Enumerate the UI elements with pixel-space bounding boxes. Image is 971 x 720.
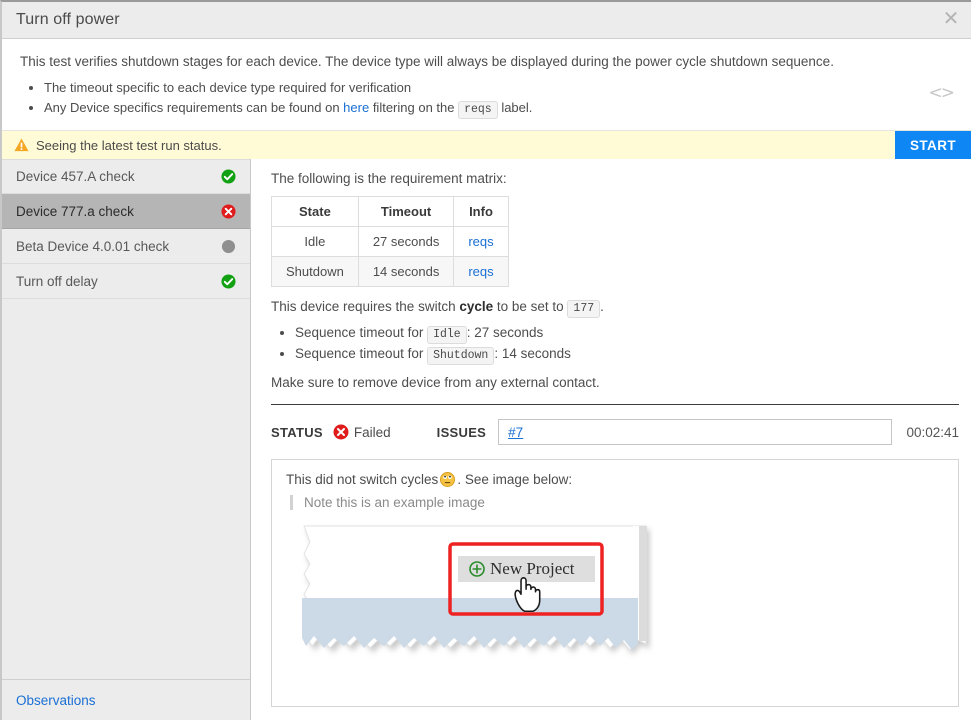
dialog-window: Turn off power ✕ This test verifies shut…: [0, 0, 971, 720]
sidebar-item-turn-off-delay[interactable]: Turn off delay: [2, 264, 250, 300]
failed-circle-icon: [333, 424, 349, 440]
cycle-value-chip: 177: [567, 300, 601, 319]
table-row: Idle 27 seconds reqs: [271, 226, 509, 258]
sidebar-item-label: Device 457.A check: [16, 169, 135, 185]
table-header-row: State Timeout Info: [271, 196, 509, 228]
cycle-post: .: [600, 299, 604, 315]
cell-info[interactable]: reqs: [453, 256, 509, 288]
issues-input[interactable]: #7: [498, 419, 893, 446]
observations-link-row[interactable]: Observations: [2, 679, 250, 720]
sidebar-item-label: Turn off delay: [16, 273, 98, 289]
reqs-link[interactable]: reqs: [468, 264, 493, 279]
issue-link[interactable]: #7: [508, 425, 523, 440]
bullet-text-mid: filtering on the: [369, 99, 459, 115]
status-failed-icon: [221, 204, 236, 219]
bullet-text-pre: Any Device specifics requirements can be…: [44, 99, 344, 115]
requirement-matrix-table: State Timeout Info Idle 27 seconds reqs …: [271, 196, 509, 288]
status-label: STATUS: [271, 424, 323, 440]
matrix-lead-text: The following is the requirement matrix:: [271, 171, 507, 187]
seq-post: : 27 seconds: [466, 325, 544, 341]
cycle-bold: cycle: [459, 299, 494, 315]
sidebar: Device 457.A check Device 777.a check Be…: [2, 159, 251, 720]
comment-card: This did not switch cycles . See image b…: [271, 459, 959, 708]
sidebar-item-device-777a[interactable]: Device 777.a check: [2, 194, 250, 230]
code-brackets-icon[interactable]: <>: [929, 83, 955, 103]
seq-pre: Sequence timeout for: [295, 346, 428, 362]
rolling-eyes-emoji: [440, 472, 456, 488]
seq-pre: Sequence timeout for: [295, 325, 428, 341]
cycle-requirement-text: This device requires the switch cycle to…: [271, 299, 959, 319]
elapsed-timer: 00:02:41: [906, 424, 959, 440]
here-link[interactable]: here: [343, 100, 369, 115]
list-item: Sequence timeout for Shutdown: 14 second…: [295, 344, 959, 366]
notice-row: Seeing the latest test run status. START: [2, 131, 971, 160]
status-passed-icon: [221, 169, 236, 184]
comment-post: . See image below:: [457, 472, 573, 488]
sequence-timeout-list: Sequence timeout for Idle: 27 seconds Se…: [271, 323, 959, 366]
section-divider: [271, 404, 959, 406]
notice-text: Seeing the latest test run status.: [36, 137, 222, 153]
title-bar: Turn off power ✕: [2, 2, 971, 39]
description-block: This test verifies shutdown stages for e…: [2, 39, 971, 132]
list-item: Any Device specifics requirements can be…: [44, 99, 955, 119]
close-icon[interactable]: ✕: [937, 4, 965, 32]
issues-label: ISSUES: [436, 424, 487, 440]
bullet-text-post: label.: [497, 99, 533, 115]
new-project-label: New Project: [490, 559, 575, 578]
status-pending-icon: [221, 239, 236, 253]
bullet-text: The timeout specific to each device type…: [44, 79, 412, 95]
sidebar-item-device-457a[interactable]: Device 457.A check: [2, 159, 250, 195]
cell-state: Idle: [271, 226, 359, 258]
description-bullets: The timeout specific to each device type…: [20, 79, 955, 119]
column-header-info: Info: [453, 196, 509, 228]
sidebar-item-label: Beta Device 4.0.01 check: [16, 238, 170, 254]
status-passed-icon: [221, 274, 236, 289]
cell-timeout: 14 seconds: [357, 256, 455, 288]
cycle-mid: to be set to: [493, 299, 568, 315]
status-badge: Failed: [353, 424, 391, 440]
body-split: Device 457.A check Device 777.a check Be…: [2, 159, 971, 720]
comment-pre: This did not switch cycles: [286, 472, 439, 488]
reqs-link[interactable]: reqs: [468, 234, 493, 249]
main-panel: The following is the requirement matrix:…: [251, 159, 971, 720]
sidebar-item-label: Device 777.a check: [16, 203, 134, 219]
status-notice: Seeing the latest test run status.: [2, 131, 895, 160]
start-button[interactable]: START: [895, 131, 971, 160]
state-chip-shutdown: Shutdown: [427, 347, 495, 366]
list-item: The timeout specific to each device type…: [44, 79, 955, 98]
observations-link[interactable]: Observations: [16, 693, 96, 708]
state-chip-idle: Idle: [427, 326, 467, 345]
page-title: Turn off power: [16, 11, 120, 28]
seq-post: : 14 seconds: [494, 346, 571, 362]
comment-quote: Note this is an example image: [290, 495, 944, 511]
cell-state: Shutdown: [271, 256, 359, 288]
comment-text: This did not switch cycles . See image b…: [286, 472, 944, 488]
removal-note-text: Make sure to remove device from any exte…: [271, 375, 600, 391]
screenshot-svg: New Project: [302, 525, 647, 652]
column-header-state: State: [271, 196, 359, 228]
list-item: Sequence timeout for Idle: 27 seconds: [295, 323, 959, 345]
table-row: Shutdown 14 seconds reqs: [271, 256, 509, 288]
sidebar-item-beta-device-4001[interactable]: Beta Device 4.0.01 check: [2, 229, 250, 265]
reqs-label-chip: reqs: [458, 100, 498, 119]
warning-triangle-icon: [14, 138, 29, 152]
cell-timeout: 27 seconds: [357, 226, 455, 258]
status-row: STATUS Failed ISSUES #7 00:02:41: [271, 419, 959, 446]
cell-info[interactable]: reqs: [453, 226, 509, 258]
description-lead: This test verifies shutdown stages for e…: [20, 54, 834, 69]
column-header-timeout: Timeout: [357, 196, 455, 228]
example-screenshot-image: New Project: [294, 520, 654, 660]
cycle-pre: This device requires the switch: [271, 299, 460, 315]
